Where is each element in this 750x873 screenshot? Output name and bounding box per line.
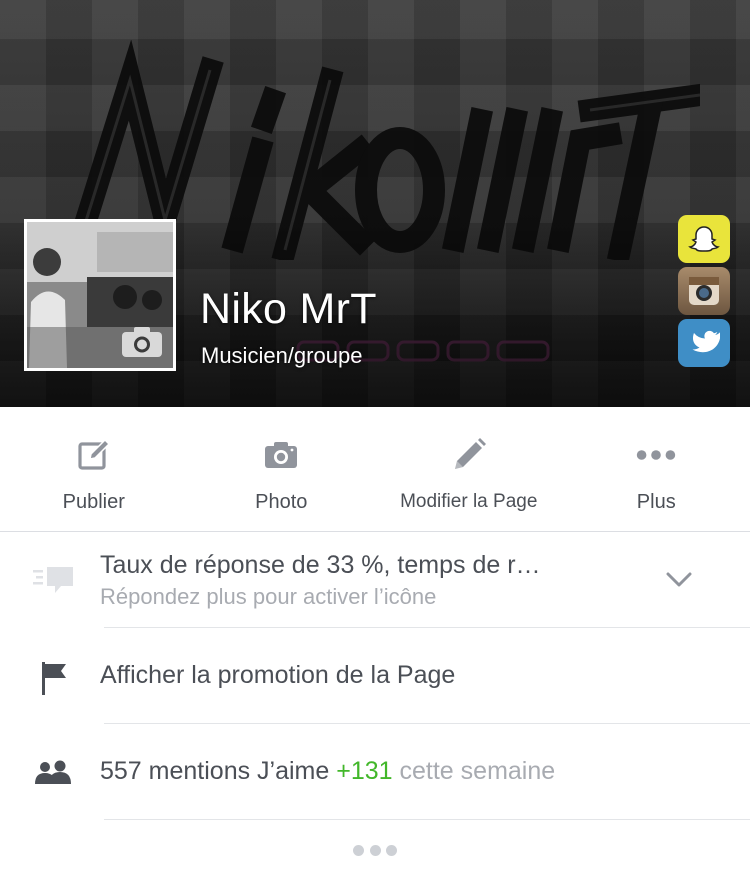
- message-icon: [30, 560, 76, 600]
- publish-label: Publier: [62, 491, 125, 513]
- likes-summary: 557 mentions J’aime +131 cette semaine: [100, 757, 555, 786]
- pencil-icon: [449, 435, 489, 475]
- instagram-icon: [678, 267, 730, 315]
- change-profile-picture-button[interactable]: [121, 326, 163, 358]
- chevron-down-icon[interactable]: [664, 565, 694, 595]
- dot: [353, 844, 364, 856]
- camera-icon: [261, 435, 301, 475]
- edit-icon: [74, 435, 114, 475]
- show-more-indicator[interactable]: [353, 843, 397, 857]
- twitter-icon: [678, 319, 730, 367]
- page-category[interactable]: Musicien/groupe: [201, 343, 362, 369]
- response-rate-subtitle: Répondez plus pour activer l’icône: [100, 584, 437, 609]
- photo-label: Photo: [255, 491, 308, 513]
- snapchat-icon: [678, 215, 730, 263]
- likes-weekly-gain: +131: [336, 757, 393, 785]
- page-action-bar: Publier Photo Modifier la Page Plus: [0, 407, 750, 532]
- row-divider: [104, 819, 750, 820]
- dot: [386, 844, 397, 856]
- more-icon: [636, 435, 676, 475]
- likes-period: cette semaine: [399, 757, 556, 785]
- edit-page-button[interactable]: Modifier la Page: [375, 407, 563, 531]
- photo-button[interactable]: Photo: [188, 407, 376, 531]
- edit-page-label: Modifier la Page: [400, 491, 538, 512]
- likes-count: 557 mentions J’aime: [100, 757, 330, 785]
- page-name: Niko MrT: [200, 285, 377, 333]
- profile-picture[interactable]: [24, 219, 176, 371]
- camera-icon: [122, 327, 162, 357]
- social-icons: [678, 215, 732, 371]
- publish-button[interactable]: Publier: [0, 407, 188, 531]
- promotion-label: Afficher la promotion de la Page: [100, 661, 456, 689]
- response-rate-row[interactable]: Taux de réponse de 33 %, temps de r… Rép…: [0, 532, 750, 628]
- likes-row[interactable]: 557 mentions J’aime +131 cette semaine: [0, 724, 750, 820]
- promotion-row[interactable]: Afficher la promotion de la Page: [0, 628, 750, 724]
- dot: [369, 844, 381, 856]
- flag-icon: [30, 658, 76, 698]
- people-icon: [30, 754, 76, 794]
- more-button[interactable]: Plus: [563, 407, 750, 531]
- response-rate-title: Taux de réponse de 33 %, temps de r…: [100, 551, 541, 579]
- more-label: Plus: [636, 491, 676, 513]
